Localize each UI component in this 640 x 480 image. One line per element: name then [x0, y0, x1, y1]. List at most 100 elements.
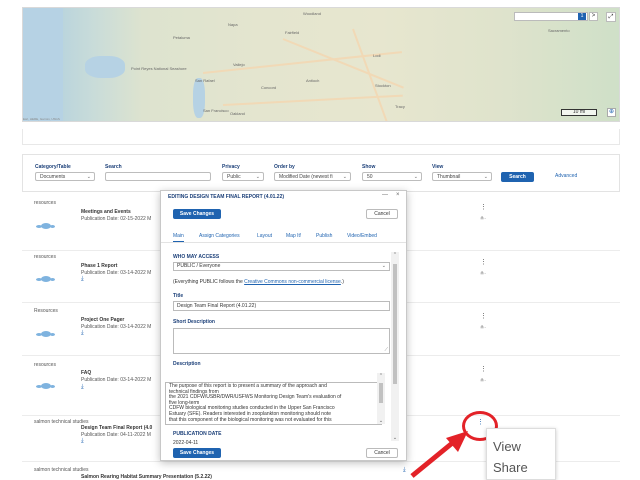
license-note: (Everything PUBLIC follows the Creative …: [173, 279, 344, 285]
view-label: View: [432, 164, 444, 170]
chevron-down-icon: ⌄: [342, 174, 347, 180]
download-icon[interactable]: ⤓: [81, 330, 84, 337]
thumbnail-icon[interactable]: [36, 222, 56, 231]
map-next-button[interactable]: >: [589, 12, 598, 21]
map-label: Tracy: [395, 104, 405, 109]
map-ocean: [23, 8, 63, 121]
share-icon[interactable]: ≗·: [480, 216, 486, 222]
download-icon[interactable]: ⤓: [81, 276, 84, 283]
title-input[interactable]: Design Team Final Report (4.01.22): [173, 301, 390, 311]
map-panel[interactable]: Woodland Napa Fairfield Petaluma Vallejo…: [22, 7, 620, 122]
item-title[interactable]: Project One Pager: [81, 317, 157, 323]
tab-layout[interactable]: Layout: [257, 233, 272, 239]
cancel-button[interactable]: Cancel: [366, 209, 398, 219]
map-label: San Rafael: [195, 78, 215, 83]
privacy-select[interactable]: Public ⌄: [222, 172, 264, 181]
view-select[interactable]: Thumbnail ⌄: [432, 172, 492, 181]
advanced-link[interactable]: Advanced: [555, 173, 577, 179]
category-value: Documents: [40, 174, 66, 180]
thumbnail-icon[interactable]: [36, 382, 56, 391]
category-select[interactable]: Documents ⌄: [35, 172, 95, 181]
search-input[interactable]: [105, 172, 211, 181]
scroll-down-icon[interactable]: ⌄: [377, 418, 385, 424]
scroll-down-icon[interactable]: ⌄: [391, 435, 399, 441]
modal-scrollbar[interactable]: ⌃ ⌄: [391, 252, 399, 441]
expand-icon[interactable]: ⤢: [606, 12, 616, 22]
access-select[interactable]: PUBLIC / Everyone ⌄: [173, 262, 390, 271]
map-footer: [22, 129, 620, 145]
tab-publish[interactable]: Publish: [316, 233, 332, 239]
item-title[interactable]: Phase 1 Report: [81, 263, 157, 269]
item-title[interactable]: Meetings and Events: [81, 209, 157, 215]
show-select[interactable]: 50 ⌄: [362, 172, 422, 181]
chevron-down-icon: ⌄: [381, 263, 386, 269]
search-button[interactable]: Search: [501, 172, 534, 182]
publication-date-label: PUBLICATION DATE: [173, 431, 222, 437]
show-label: Show: [362, 164, 376, 170]
item-title[interactable]: Salmon Rearing Habitat Summary Presentat…: [81, 474, 321, 480]
map-label: Sacramento: [548, 28, 570, 33]
scrollbar-thumb[interactable]: [379, 383, 383, 403]
download-icon[interactable]: ⤓: [81, 384, 84, 391]
order-select[interactable]: Modified Date (newest fi ⌄: [274, 172, 351, 181]
map-label: Point Reyes National Seashore: [131, 66, 187, 71]
description-line: that this component of the biological mo…: [169, 416, 332, 423]
view-value: Thumbnail: [437, 174, 461, 180]
context-menu-share[interactable]: Share: [493, 460, 528, 475]
download-icon[interactable]: ⤓: [81, 438, 84, 445]
share-icon[interactable]: ≗·: [480, 271, 486, 277]
description-line: the 2021 CDFW/USBR/DWR/USFWS Monitoring …: [169, 394, 342, 401]
more-options-icon[interactable]: ⋮: [480, 259, 487, 266]
resize-grip-icon[interactable]: ⟋: [384, 347, 388, 353]
share-icon[interactable]: ≗·: [480, 325, 486, 331]
item-category: salmon technical studies: [34, 467, 89, 473]
footer-cancel-button[interactable]: Cancel: [366, 448, 398, 458]
scrollbar-thumb[interactable]: [393, 264, 397, 384]
item-title[interactable]: Design Team Final Report (4.0: [81, 425, 157, 431]
scroll-up-icon[interactable]: ⌃: [391, 252, 399, 258]
tab-main[interactable]: Main: [173, 233, 184, 242]
license-prefix: (Everything PUBLIC follows the: [173, 279, 245, 285]
map-attribution: Esri, HERE, Garmin, USGS: [23, 117, 60, 121]
publication-date-value[interactable]: 2022-04-11: [173, 439, 198, 444]
chevron-down-icon: ⌄: [413, 174, 418, 180]
tab-assign-categories[interactable]: Assign Categories: [199, 233, 240, 239]
short-description-textarea[interactable]: ⟋: [173, 328, 390, 354]
item-category: resources: [34, 254, 56, 260]
more-options-icon[interactable]: ⋮: [480, 313, 487, 320]
context-menu: View Share: [486, 428, 556, 480]
item-date: Publication Date: 02-15-2022 M: [81, 216, 152, 222]
scroll-up-icon[interactable]: ⌃: [377, 373, 385, 379]
map-label: Oakland: [230, 111, 245, 116]
context-menu-view[interactable]: View: [493, 439, 521, 454]
minimize-icon[interactable]: —: [382, 192, 388, 198]
privacy-label: Privacy: [222, 164, 240, 170]
tab-map-it[interactable]: Map It!: [286, 233, 301, 239]
map-label: Petaluma: [173, 35, 190, 40]
footer-save-changes-button[interactable]: Save Changes: [173, 448, 221, 458]
description-scrollbar[interactable]: ⌃ ⌄: [377, 373, 385, 424]
share-icon[interactable]: ≗·: [480, 378, 486, 384]
short-description-label: Short Description: [173, 319, 215, 325]
close-icon[interactable]: ×: [396, 192, 400, 198]
thumbnail-icon[interactable]: [36, 275, 56, 284]
license-link[interactable]: Creative Commons non-commercial license: [244, 279, 341, 285]
locate-icon[interactable]: ⊕: [607, 108, 616, 117]
more-options-icon[interactable]: ⋮: [480, 366, 487, 373]
chevron-down-icon: ⌄: [255, 174, 260, 180]
save-changes-button[interactable]: Save Changes: [173, 209, 221, 219]
item-title[interactable]: FAQ: [81, 370, 157, 376]
thumbnail-icon[interactable]: [36, 330, 56, 339]
more-options-icon[interactable]: ⋮: [477, 419, 484, 426]
title-label: Title: [173, 293, 184, 299]
privacy-value: Public: [227, 174, 241, 180]
description-label: Description: [173, 361, 201, 367]
category-label: Category/Table: [35, 164, 71, 170]
more-options-icon[interactable]: ⋮: [480, 204, 487, 211]
order-label: Order by: [274, 164, 295, 170]
item-date: Publication Date: 03-14-2022 M: [81, 270, 152, 276]
tab-video-embed[interactable]: Video/Embed: [347, 233, 377, 239]
edit-modal: EDITING DESIGN TEAM FINAL REPORT (4.01.2…: [160, 190, 407, 461]
map-search-input[interactable]: [514, 12, 588, 21]
description-textarea[interactable]: The purpose of this report is to present…: [165, 382, 382, 425]
